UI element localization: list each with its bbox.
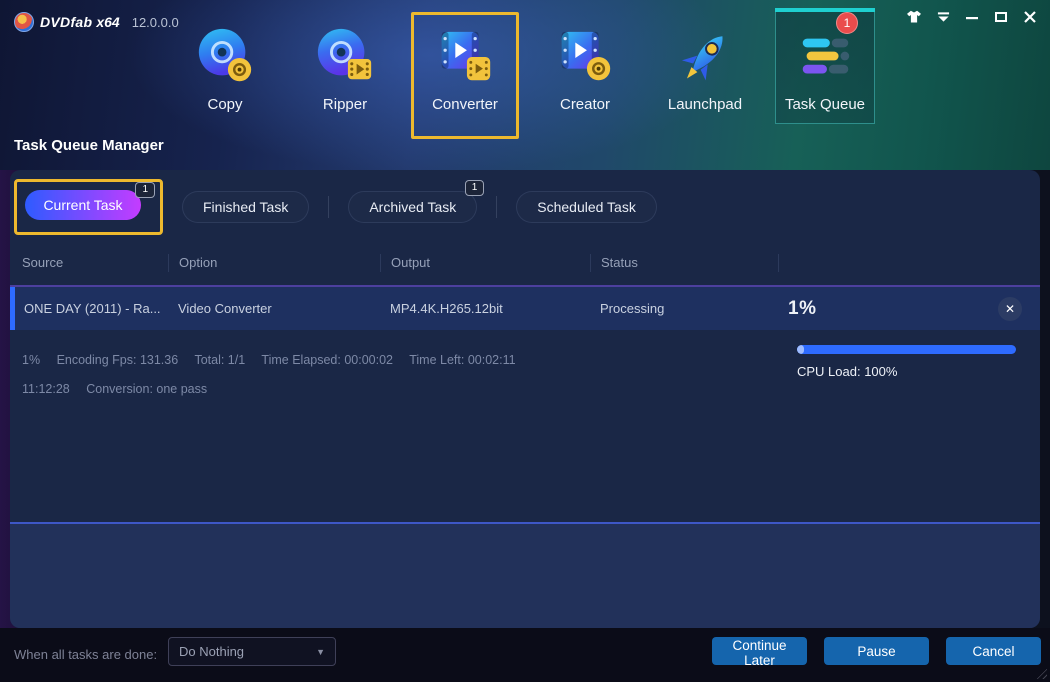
when-done-label: When all tasks are done: xyxy=(14,647,157,662)
copy-icon xyxy=(194,26,256,88)
nav-label-task-queue: Task Queue xyxy=(785,96,865,113)
maximize-icon[interactable] xyxy=(993,10,1009,24)
panel-lower-section xyxy=(10,522,1040,628)
nav-item-ripper[interactable]: Ripper xyxy=(285,8,405,139)
header: DVDfab x64 12.0.0.0 xyxy=(0,0,1050,170)
encoding-detail-line: 1% Encoding Fps: 131.36 Total: 1/1 Time … xyxy=(22,353,529,367)
column-progress xyxy=(778,254,1040,272)
progress-percent: 1% xyxy=(788,298,816,320)
archived-task-badge: 1 xyxy=(465,180,485,196)
brand-arch: x64 xyxy=(96,14,119,30)
continue-later-button[interactable]: Continue Later xyxy=(712,637,807,665)
skin-icon[interactable] xyxy=(906,10,922,24)
minimize-icon[interactable] xyxy=(964,10,980,24)
nav-label-converter: Converter xyxy=(432,96,498,113)
cpu-load-label: CPU Load: 100% xyxy=(797,364,897,379)
task-queue-panel: Current Task 1 Finished Task Archived Ta… xyxy=(10,170,1040,628)
task-queue-active-bar xyxy=(775,8,875,12)
task-tabs: Current Task 1 Finished Task Archived Ta… xyxy=(14,179,657,235)
task-queue-icon xyxy=(794,26,856,88)
when-done-value: Do Nothing xyxy=(179,644,244,659)
task-queue-badge: 1 xyxy=(836,12,858,34)
brand-name: DVDfab xyxy=(40,14,92,30)
creator-icon xyxy=(554,26,616,88)
app-brand: DVDfab x64 12.0.0.0 xyxy=(14,12,179,32)
window-controls xyxy=(906,10,1038,24)
cell-output: MP4.4K.H265.12bit xyxy=(380,301,590,316)
table-row[interactable]: ONE DAY (2011) - Ra... Video Converter M… xyxy=(10,285,1040,330)
tab-archived-task[interactable]: Archived Task 1 xyxy=(348,191,477,223)
nav-item-copy[interactable]: Copy xyxy=(165,8,285,139)
nav-item-creator[interactable]: Creator xyxy=(525,8,645,139)
page-title: Task Queue Manager xyxy=(14,137,164,154)
nav-label-ripper: Ripper xyxy=(323,96,367,113)
column-option: Option xyxy=(168,254,380,272)
tab-finished-task[interactable]: Finished Task xyxy=(182,191,309,223)
chevron-down-icon: ▼ xyxy=(316,647,325,657)
table-header: Source Option Output Status xyxy=(10,248,1040,278)
detail-total: Total: 1/1 xyxy=(194,353,245,367)
column-output: Output xyxy=(380,254,590,272)
detail-elapsed: Time Elapsed: 00:00:02 xyxy=(261,353,393,367)
module-nav: Copy Ripper xyxy=(165,8,885,139)
cancel-button[interactable]: Cancel xyxy=(946,637,1041,665)
detail-timestamp: 11:12:28 xyxy=(22,382,70,396)
nav-label-copy: Copy xyxy=(207,96,242,113)
tab-separator xyxy=(328,196,329,218)
nav-item-task-queue[interactable]: 1 Task Queue xyxy=(765,8,885,139)
menu-dropdown-icon[interactable] xyxy=(935,10,951,24)
when-done-dropdown[interactable]: Do Nothing ▼ xyxy=(168,637,336,666)
current-task-badge: 1 xyxy=(135,182,155,198)
ripper-icon xyxy=(314,26,376,88)
tab-scheduled-task[interactable]: Scheduled Task xyxy=(516,191,657,223)
launchpad-icon xyxy=(674,26,736,88)
cell-source: ONE DAY (2011) - Ra... xyxy=(10,301,168,316)
pause-button[interactable]: Pause xyxy=(824,637,929,665)
tab-current-task[interactable]: Current Task xyxy=(25,190,141,220)
nav-item-launchpad[interactable]: Launchpad xyxy=(645,8,765,139)
detail-percent: 1% xyxy=(22,353,40,367)
footer-bar: When all tasks are done: Do Nothing ▼ Co… xyxy=(0,628,1050,682)
cell-option: Video Converter xyxy=(168,301,380,316)
converter-icon xyxy=(434,26,496,88)
detail-conversion: Conversion: one pass xyxy=(86,382,207,396)
nav-item-converter[interactable]: Converter xyxy=(405,8,525,139)
column-status: Status xyxy=(590,254,778,272)
detail-fps: Encoding Fps: 131.36 xyxy=(57,353,179,367)
close-icon[interactable] xyxy=(1022,10,1038,24)
cancel-task-icon[interactable]: ✕ xyxy=(998,297,1022,321)
cpu-load-bar xyxy=(797,345,1016,354)
tab-archived-task-label: Archived Task xyxy=(369,199,456,215)
current-task-highlight-box: Current Task 1 xyxy=(14,179,163,235)
dvdfab-logo-icon xyxy=(14,12,34,32)
tab-separator xyxy=(496,196,497,218)
nav-label-launchpad: Launchpad xyxy=(668,96,742,113)
conversion-detail-line: 11:12:28 Conversion: one pass xyxy=(22,382,220,396)
column-source: Source xyxy=(10,254,168,272)
detail-left: Time Left: 00:02:11 xyxy=(409,353,515,367)
nav-label-creator: Creator xyxy=(560,96,610,113)
cell-status: Processing xyxy=(590,301,778,316)
cell-progress: 1% ✕ xyxy=(778,297,1040,321)
